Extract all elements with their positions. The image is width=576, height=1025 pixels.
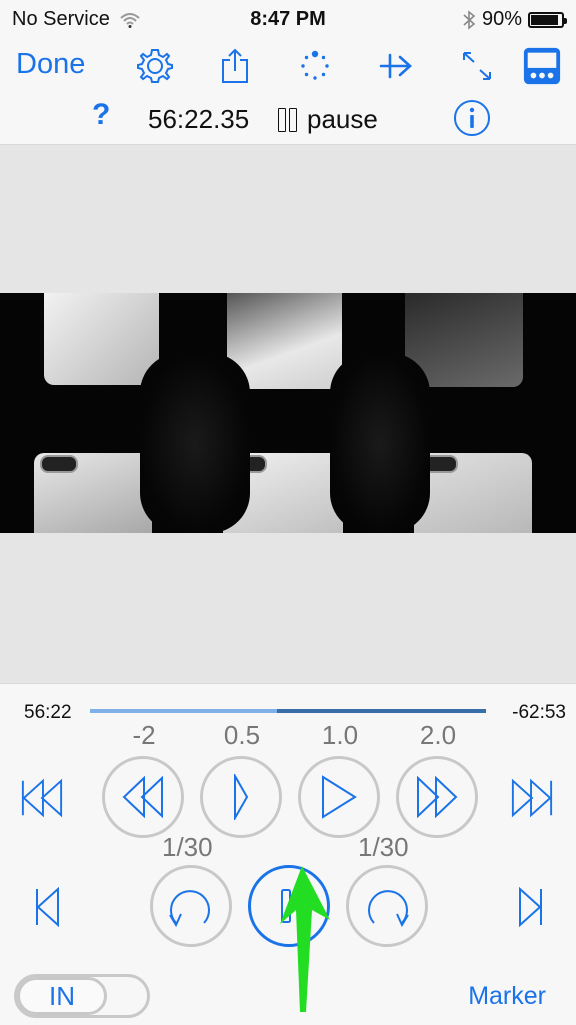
scrubber-played [90,709,278,713]
step-forward-icon [519,887,542,927]
frame-forward-button[interactable] [346,865,428,947]
fullscreen-button[interactable] [457,46,497,86]
speed-label: 2.0 [419,720,457,750]
controls-panel-icon [523,47,561,85]
pause-icon [278,107,297,132]
slow-play-icon [234,774,249,820]
previous-marker-button[interactable] [26,882,70,932]
fast-forward-button[interactable] [396,756,478,838]
step-back-icon [36,887,59,927]
toolbar: Done [0,40,576,90]
in-point-toggle-knob: IN [17,977,107,1015]
skip-to-end-icon [511,778,553,818]
next-marker-button[interactable] [508,882,552,932]
pause-icon [281,889,291,923]
rotate-forward-icon [368,890,409,928]
video-frame[interactable] [0,293,576,533]
rotate-back-icon [169,890,210,928]
speed-label: 1.0 [321,720,359,750]
done-button[interactable]: Done [16,48,85,81]
play-icon [322,775,357,819]
play-button[interactable] [298,756,380,838]
frame-forward-label: 1/30 [358,832,409,862]
frame-back-button[interactable] [150,865,232,947]
loop-button[interactable] [295,46,335,86]
speed-label: 0.5 [223,720,261,750]
battery-status: 90% [462,8,567,31]
jump-forward-icon [379,53,412,79]
battery-icon [528,11,567,28]
fullscreen-icon [463,52,491,80]
rewind-icon [122,776,163,818]
playback-state-label: pause [307,104,378,134]
frame-back-label: 1/30 [162,832,213,862]
speed-label: -2 [132,720,156,750]
in-point-toggle[interactable]: IN [14,974,150,1018]
fast-forward-icon [417,776,458,818]
help-button[interactable]: ? [92,98,110,132]
bluetooth-icon [463,9,476,30]
marker-button[interactable]: Marker [468,982,546,1011]
pause-button[interactable] [248,865,330,947]
info-button[interactable] [452,98,492,143]
skip-to-end-button[interactable] [510,773,554,823]
settings-button[interactable] [135,46,175,86]
gear-icon [137,49,173,83]
playback-info-bar: ? 56:22.35 pause [0,92,576,145]
rewind-speed-button[interactable] [102,756,184,838]
info-icon [454,100,490,136]
scrubber-track[interactable] [90,709,486,713]
skip-to-start-icon [21,778,63,818]
slow-play-button[interactable] [200,756,282,838]
current-timecode: 56:22.35 [148,104,250,134]
video-content [44,293,159,385]
share-icon [222,48,248,83]
loop-dots-icon [301,50,329,80]
controls-panel-button[interactable] [522,46,562,86]
share-button[interactable] [215,46,255,86]
battery-percent: 90% [481,8,522,30]
playback-state: pause [278,104,378,135]
skip-to-start-button[interactable] [20,773,64,823]
status-bar: No Service 8:47 PM 90% [0,0,576,40]
jump-button[interactable] [376,46,416,86]
elapsed-time: 56:22 [24,702,72,723]
remaining-time: -62:53 [512,702,566,723]
